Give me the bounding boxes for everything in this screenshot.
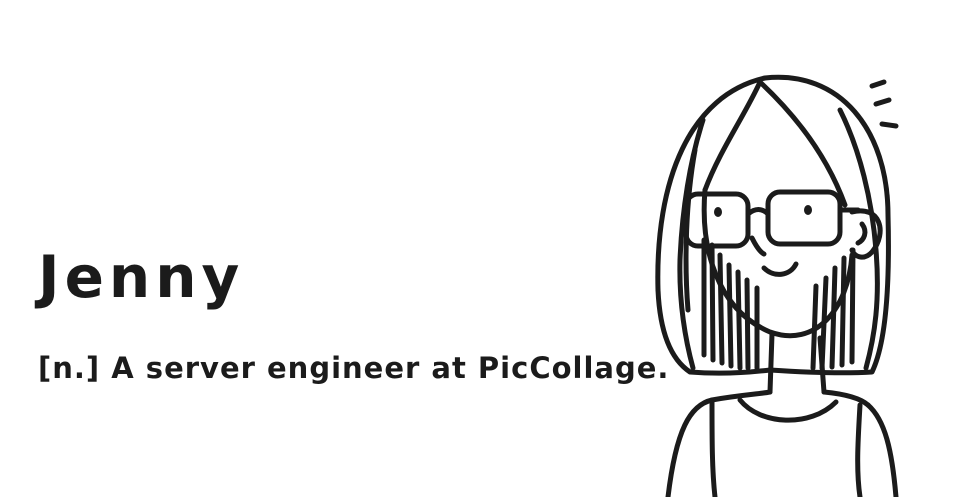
person-name: Jenny	[38, 243, 245, 311]
role-definition: [n.] A server engineer at PicCollage.	[38, 351, 670, 385]
woman-with-glasses-icon	[655, 74, 899, 497]
intro-card: Jenny [n.] A server engineer at PicColla…	[0, 0, 956, 497]
